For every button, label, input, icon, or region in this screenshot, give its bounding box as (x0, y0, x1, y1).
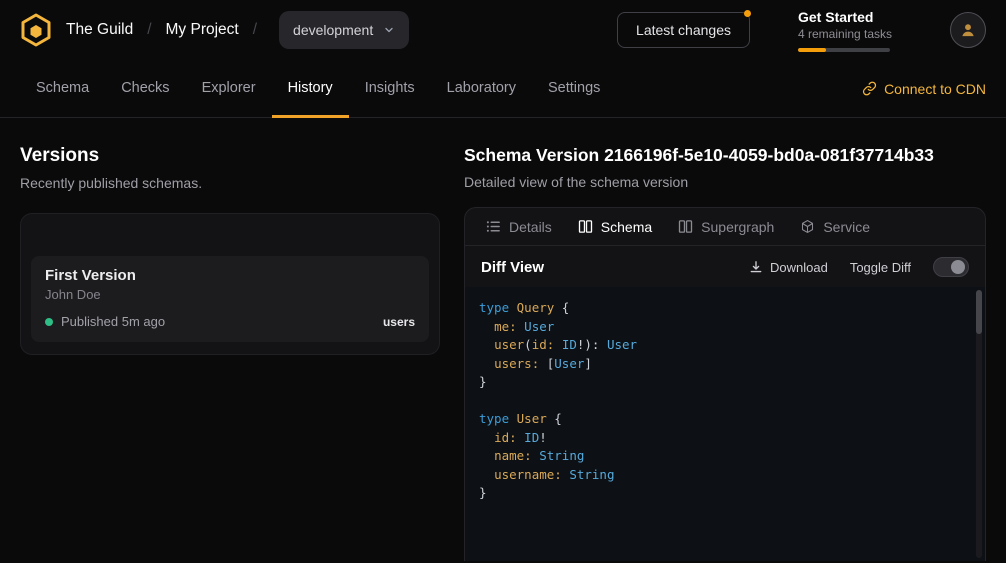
tab-schema[interactable]: Schema (20, 60, 105, 118)
diff-view-header: Diff View Download Toggle Diff (465, 246, 985, 287)
table-columns-icon (578, 219, 593, 234)
version-status: Published 5m ago (61, 314, 165, 329)
latest-changes-button[interactable]: Latest changes (617, 12, 750, 48)
breadcrumb: The Guild / My Project / development (66, 11, 409, 49)
user-icon (959, 21, 977, 39)
cube-icon (800, 219, 815, 234)
get-started-progress (798, 48, 890, 52)
tab-explorer[interactable]: Explorer (186, 60, 272, 118)
schema-version-column: Schema Version 2166196f-5e10-4059-bd0a-0… (464, 118, 986, 561)
versions-title: Versions (20, 145, 440, 167)
diff-view-title: Diff View (481, 259, 544, 276)
detail-tabs: Details Schema (465, 208, 985, 246)
schema-version-panel: Details Schema (464, 207, 986, 561)
app-root: The Guild / My Project / development Lat… (0, 0, 1006, 563)
version-list-item[interactable]: First Version John Doe Published 5m ago … (31, 256, 429, 342)
code-scrollbar[interactable] (976, 290, 982, 558)
get-started-progress-fill (798, 48, 826, 52)
breadcrumb-org[interactable]: The Guild (66, 21, 133, 39)
supergraph-columns-icon (678, 219, 693, 234)
breadcrumb-separator: / (147, 21, 151, 39)
schema-version-title: Schema Version 2166196f-5e10-4059-bd0a-0… (464, 145, 986, 166)
detail-tab-service[interactable]: Service (787, 208, 883, 245)
toggle-diff-switch[interactable] (933, 257, 969, 277)
get-started-widget[interactable]: Get Started 4 remaining tasks (798, 9, 898, 52)
version-name: First Version (45, 267, 415, 284)
top-header: The Guild / My Project / development Lat… (0, 0, 1006, 60)
detail-tab-schema[interactable]: Schema (565, 208, 665, 245)
connect-cdn-label: Connect to CDN (884, 81, 986, 97)
tab-checks[interactable]: Checks (105, 60, 185, 118)
download-button[interactable]: Download (749, 260, 828, 275)
graphql-sdl-code: type Query { me: User user(id: ID!): Use… (479, 299, 965, 503)
code-scrollbar-thumb[interactable] (976, 290, 982, 334)
connect-cdn-link[interactable]: Connect to CDN (862, 60, 986, 117)
tab-settings[interactable]: Settings (532, 60, 616, 118)
detail-tab-label: Service (823, 219, 870, 235)
tab-insights[interactable]: Insights (349, 60, 431, 118)
avatar[interactable] (950, 12, 986, 48)
get-started-title: Get Started (798, 9, 898, 25)
version-author: John Doe (45, 287, 415, 302)
target-selector-value: development (293, 22, 373, 38)
toggle-diff-knob (951, 260, 965, 274)
detail-tab-supergraph[interactable]: Supergraph (665, 208, 787, 245)
list-icon (486, 219, 501, 234)
detail-tab-details[interactable]: Details (473, 208, 565, 245)
download-label: Download (770, 260, 828, 275)
notification-dot (744, 10, 751, 17)
diff-view-actions: Download Toggle Diff (749, 257, 969, 277)
hive-logo-icon[interactable] (20, 13, 52, 47)
chevron-down-icon (383, 24, 395, 36)
versions-column: Versions Recently published schemas. Fir… (20, 118, 440, 561)
detail-tab-label: Details (509, 219, 552, 235)
page-tabs-bar: Schema Checks Explorer History Insights … (0, 60, 1006, 118)
detail-tab-label: Schema (601, 219, 652, 235)
tab-laboratory[interactable]: Laboratory (431, 60, 532, 118)
version-meta-row: Published 5m ago users (45, 314, 415, 329)
latest-changes-label: Latest changes (636, 22, 731, 38)
schema-version-subtitle: Detailed view of the schema version (464, 174, 986, 190)
download-icon (749, 260, 763, 274)
versions-card: First Version John Doe Published 5m ago … (20, 213, 440, 355)
versions-subtitle: Recently published schemas. (20, 175, 440, 191)
schema-code-block: type Query { me: User user(id: ID!): Use… (465, 287, 985, 561)
main-content: Versions Recently published schemas. Fir… (0, 118, 1006, 561)
toggle-diff-label: Toggle Diff (850, 260, 911, 275)
detail-tab-label: Supergraph (701, 219, 774, 235)
get-started-subtitle: 4 remaining tasks (798, 27, 898, 41)
link-icon (862, 81, 877, 96)
target-selector[interactable]: development (279, 11, 409, 49)
tab-history[interactable]: History (272, 60, 349, 118)
version-service-badge: users (383, 315, 415, 329)
breadcrumb-separator: / (253, 21, 257, 39)
published-status-dot (45, 318, 53, 326)
breadcrumb-project[interactable]: My Project (166, 21, 239, 39)
